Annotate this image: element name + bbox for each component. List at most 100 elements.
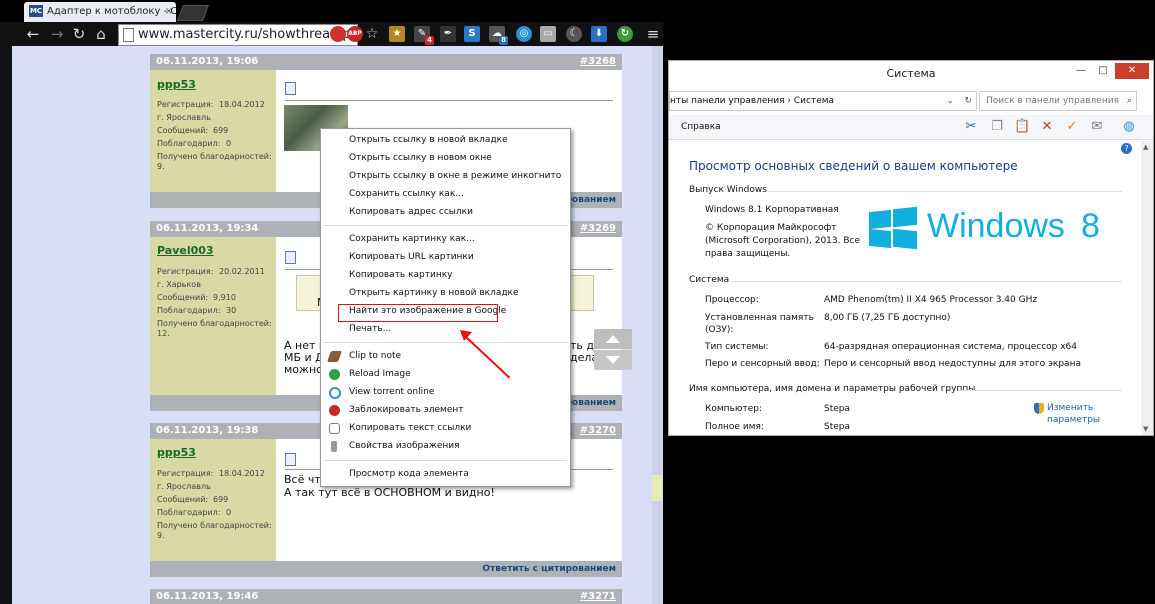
menu-item-copy-image-url[interactable]: Копировать URL картинки: [349, 252, 474, 262]
forward-icon[interactable]: →: [48, 25, 66, 43]
menu-item-inspect[interactable]: Просмотр кода элемента: [349, 469, 469, 479]
globe-icon[interactable]: ◍: [1121, 119, 1137, 135]
maximize-button[interactable]: □: [1093, 63, 1113, 79]
menu-item-clip-note[interactable]: Clip to note: [349, 351, 401, 361]
paste-icon[interactable]: 📋: [1014, 119, 1030, 135]
search-input[interactable]: Поиск в панели управления ⌕: [979, 91, 1137, 111]
menu-item-reload-image[interactable]: Reload Image: [349, 369, 411, 379]
user-field-value: 0: [226, 508, 232, 517]
clip-note-icon: [326, 351, 343, 362]
post-number-link[interactable]: #3271: [580, 589, 616, 604]
home-icon[interactable]: ⌂: [92, 25, 110, 43]
delete-icon[interactable]: ✕: [1039, 119, 1055, 135]
row-label: Процессор:: [705, 295, 759, 305]
extension-red-icon[interactable]: [330, 26, 346, 42]
browser-tab[interactable]: MC Адаптер к мотоблоку - С ×: [24, 2, 176, 22]
scroll-down-icon[interactable]: ▼: [1143, 425, 1148, 433]
post-number-link[interactable]: #3269: [580, 221, 616, 237]
post-doc-icon: [285, 251, 296, 264]
menu-item-image-properties[interactable]: Свойства изображения: [349, 441, 460, 451]
username-link[interactable]: ppp53: [157, 446, 196, 459]
user-field-value: 9,910: [213, 293, 236, 302]
menu-item-save-image[interactable]: Сохранить картинку как...: [349, 234, 475, 244]
menu-item-save-link[interactable]: Сохранить ссылку как...: [349, 189, 464, 199]
post-number-link[interactable]: #3268: [580, 54, 616, 70]
minimize-button[interactable]: —: [1071, 63, 1091, 79]
user-field-label: Получено благодарностей:: [157, 319, 272, 328]
menu-bar: Справка: [669, 115, 1153, 140]
menu-help[interactable]: Справка: [681, 122, 721, 132]
scroll-down-button[interactable]: [594, 350, 632, 370]
menu-item-view-torrent[interactable]: View torrent online: [349, 387, 434, 397]
window-icon[interactable]: ▭: [540, 26, 556, 42]
star-icon[interactable]: ☆: [364, 26, 380, 42]
refresh-green-icon[interactable]: ↻: [617, 26, 633, 42]
help-icon[interactable]: ?: [1121, 143, 1132, 154]
cut-icon[interactable]: ✂: [963, 119, 979, 135]
tab-close-icon[interactable]: ×: [165, 2, 173, 22]
scrollbar[interactable]: [652, 46, 662, 604]
copy-icon[interactable]: ❐: [989, 119, 1005, 135]
moon-icon[interactable]: ☾: [566, 26, 582, 42]
post-date: 06.11.2013, 19:34: [156, 223, 259, 234]
refresh-icon[interactable]: ↻: [964, 92, 972, 110]
change-settings-link-2[interactable]: параметры: [1047, 415, 1100, 425]
menu-item-copy-link-text[interactable]: Копировать текст ссылки: [349, 423, 471, 433]
user-city: г. Ярославль: [157, 113, 211, 122]
user-field-value: 12.: [157, 329, 170, 338]
post-number-link[interactable]: #3270: [580, 423, 616, 439]
windows-logo-version: 8: [1081, 207, 1100, 245]
menu-icon[interactable]: ≡: [644, 25, 662, 43]
username-link[interactable]: Pavel003: [157, 244, 214, 257]
badge-count-2: 8: [499, 36, 508, 45]
scroll-up-icon[interactable]: ▲: [1143, 143, 1148, 151]
address-bar[interactable]: нты панели управления › Система ⌄ ↻: [669, 91, 977, 111]
scrollbar-thumb[interactable]: [652, 475, 662, 501]
check-icon[interactable]: ✓: [1064, 119, 1080, 135]
post-header: 06.11.2013, 19:46 #3271: [150, 589, 622, 604]
mail-icon[interactable]: ✉: [1089, 119, 1105, 135]
menu-item-open-image-tab[interactable]: Открыть картинку в новой вкладке: [349, 288, 519, 298]
abp-icon[interactable]: ABP: [347, 26, 363, 42]
download-icon[interactable]: ⬇: [591, 26, 607, 42]
menu-item-copy-link[interactable]: Копировать адрес ссылки: [349, 207, 473, 217]
user-field-label: Поблагодарил:: [157, 508, 221, 517]
chevron-down-icon[interactable]: ⌄: [946, 92, 954, 110]
menu-item-open-new-tab[interactable]: Открыть ссылку в новой вкладке: [349, 135, 508, 145]
user-field-label: Получено благодарностей:: [157, 152, 272, 161]
browser-window: MC Адаптер к мотоблоку - С × ← → ↻ ⌂ ≡ ww…: [0, 0, 663, 604]
system-content: ? Просмотр основных сведений о вашем ком…: [669, 141, 1141, 435]
chrome-app-icon[interactable]: ◎: [516, 26, 532, 42]
username-link[interactable]: ppp53: [157, 78, 196, 91]
user-field-label: Регистрация:: [157, 100, 214, 109]
favicon-icon: MC: [29, 5, 43, 17]
reply-quote-link[interactable]: Ответить с цитированием: [482, 561, 616, 577]
menu-item-open-new-window[interactable]: Открыть ссылку в новом окне: [349, 153, 492, 163]
user-city: г. Ярославль: [157, 482, 211, 491]
menu-item-open-incognito[interactable]: Открыть ссылку в окне в режиме инкогнито: [349, 171, 561, 181]
back-icon[interactable]: ←: [24, 25, 42, 43]
search-placeholder: Поиск в панели управления: [986, 96, 1119, 106]
windows-logo-icon: [869, 206, 917, 250]
user-field-value: 18.04.2012: [219, 469, 265, 478]
bookmark-icon[interactable]: ★: [389, 26, 405, 42]
user-field-value: 9.: [157, 531, 165, 540]
section-edition: Выпуск Windows: [689, 185, 767, 195]
post-doc-icon: [285, 82, 296, 95]
s-icon[interactable]: S: [464, 26, 480, 42]
change-settings-link[interactable]: Изменить: [1047, 403, 1093, 413]
menu-item-print[interactable]: Печать...: [349, 324, 391, 334]
user-field-label: Регистрация:: [157, 469, 214, 478]
address-bar[interactable]: www.mastercity.ru/showthread.php: [118, 24, 358, 46]
scrollbar[interactable]: ▲ ▼: [1141, 141, 1153, 435]
menu-item-copy-image[interactable]: Копировать картинку: [349, 270, 452, 280]
scroll-up-button[interactable]: [594, 329, 632, 349]
close-button[interactable]: ✕: [1115, 63, 1149, 79]
feather-icon[interactable]: ✒: [440, 26, 456, 42]
search-icon[interactable]: ⌕: [1127, 92, 1132, 110]
reload-icon[interactable]: ↻: [70, 25, 88, 43]
user-info: ppp53 Регистрация: 18.04.2012 г. Ярославл…: [150, 439, 276, 561]
menu-item-block-element[interactable]: Заблокировать элемент: [349, 405, 464, 415]
edition-value: Windows 8.1 Корпоративная: [705, 205, 839, 215]
shield-icon: [1034, 403, 1044, 414]
